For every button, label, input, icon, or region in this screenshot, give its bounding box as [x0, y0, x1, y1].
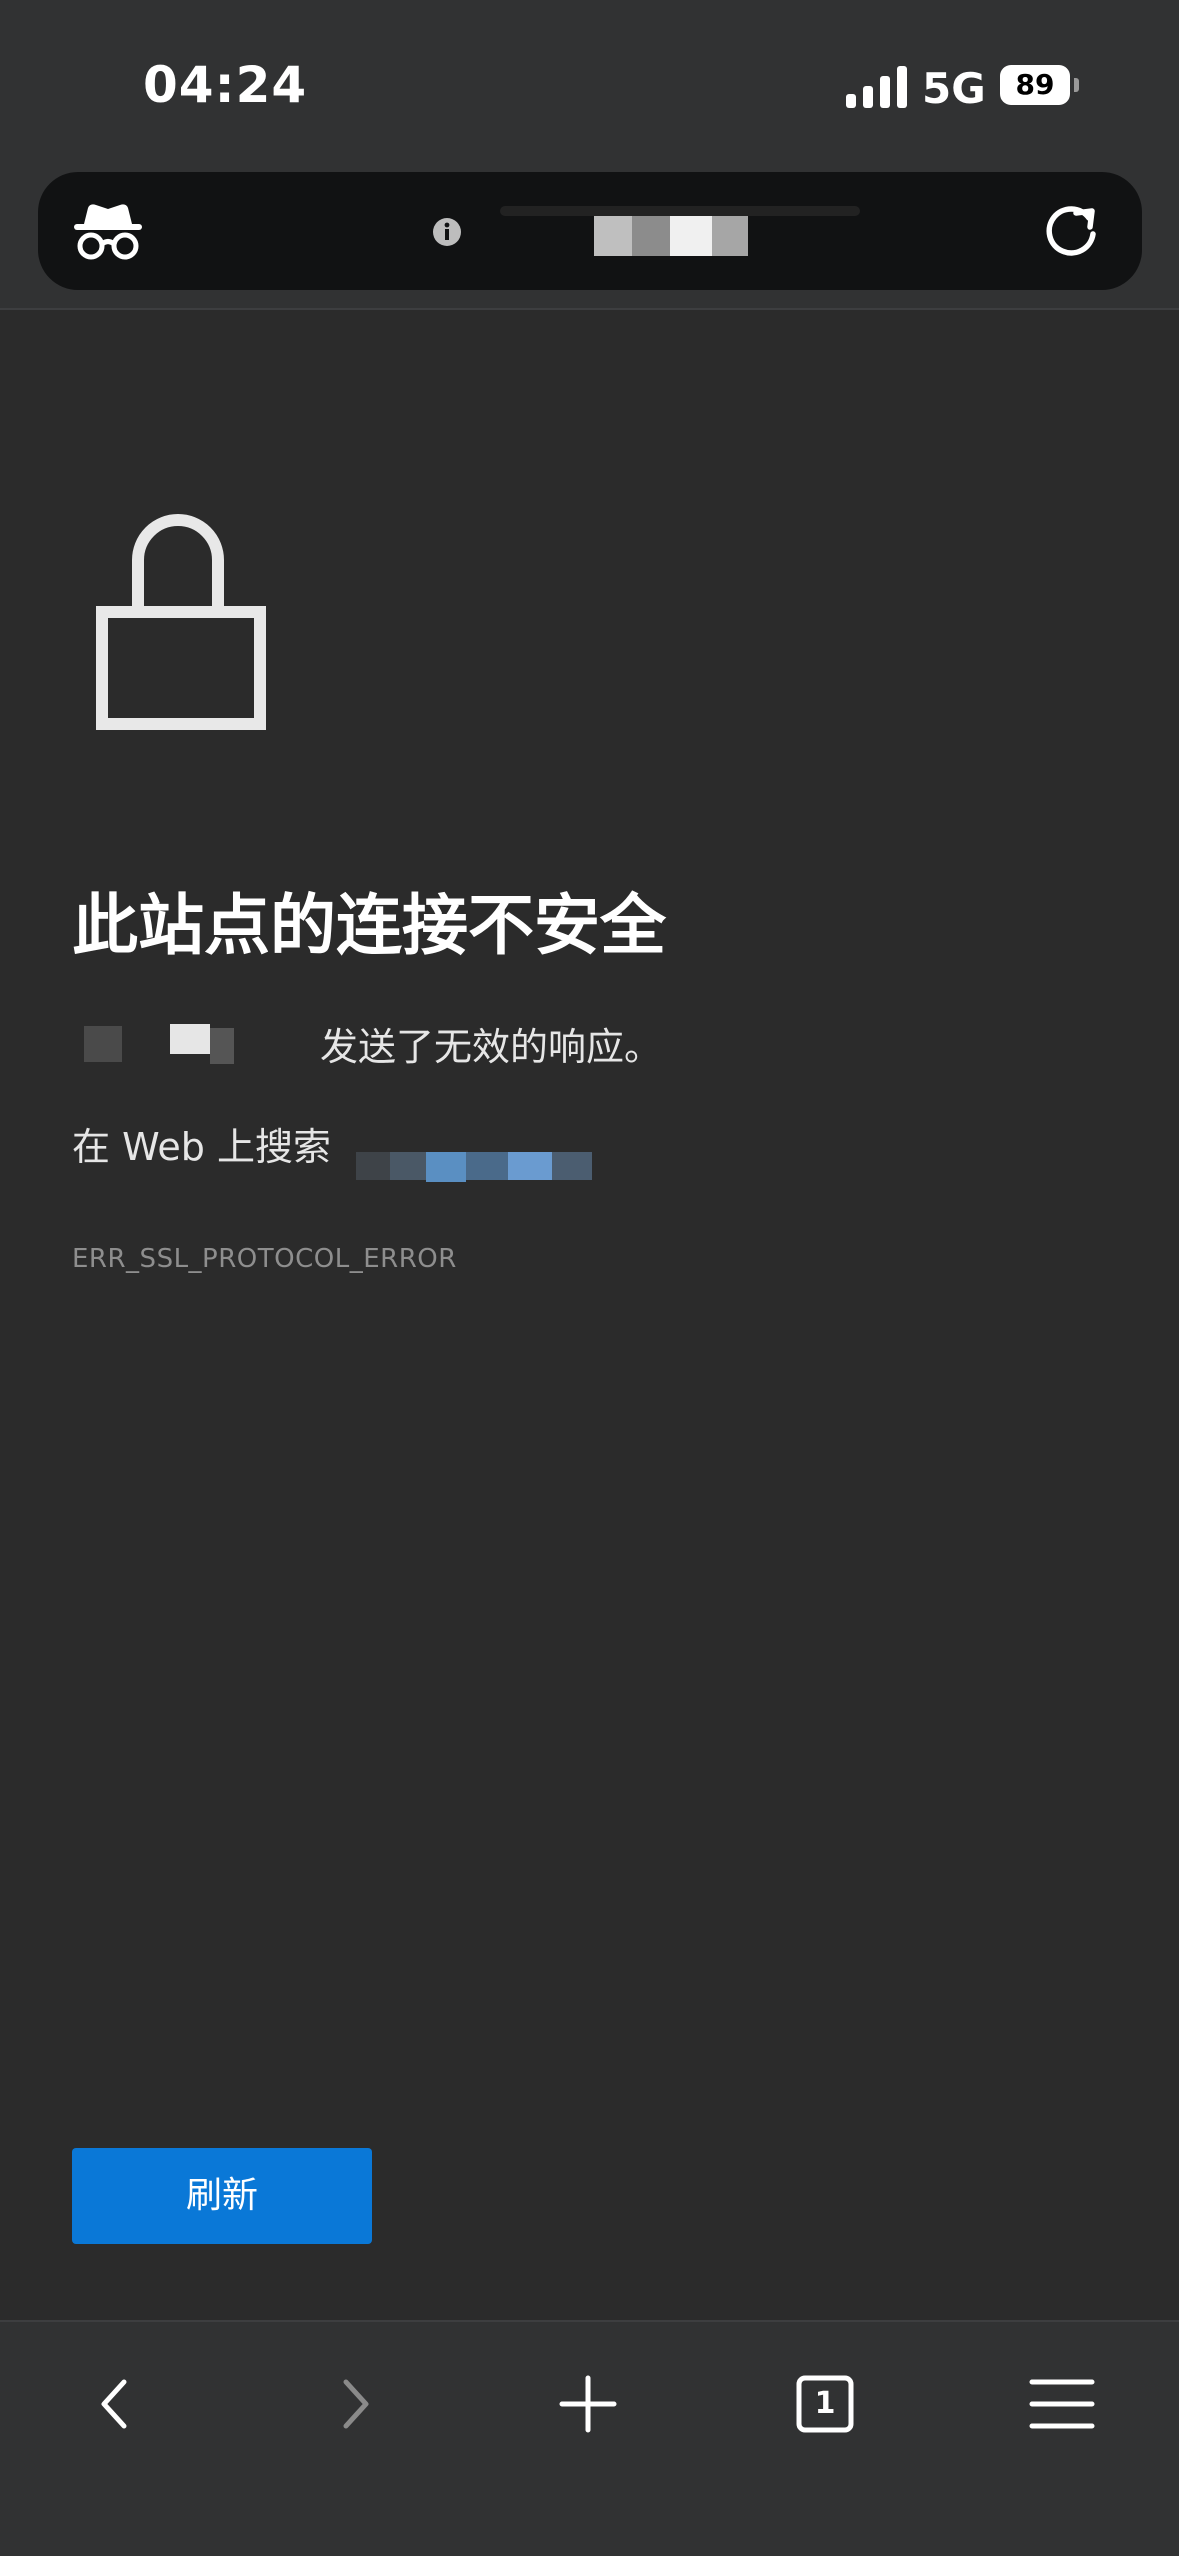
- unlocked-padlock-icon: [96, 514, 266, 730]
- cellular-signal-icon: [846, 66, 907, 108]
- redacted-search-term[interactable]: [356, 1148, 602, 1184]
- redacted-url[interactable]: [476, 204, 896, 260]
- forward-button[interactable]: [314, 2364, 394, 2444]
- bottom-toolbar: 1: [0, 2320, 1179, 2556]
- reload-icon[interactable]: [1042, 202, 1100, 260]
- battery-tip: [1074, 78, 1079, 92]
- address-bar[interactable]: [38, 172, 1142, 290]
- error-code: ERR_SSL_PROTOCOL_ERROR: [72, 1244, 457, 1274]
- redacted-site-name: [84, 1024, 234, 1064]
- network-type: 5G: [922, 64, 986, 113]
- tab-switcher-button[interactable]: 1: [785, 2364, 865, 2444]
- hamburger-icon: [1029, 2379, 1095, 2429]
- chevron-left-icon: [101, 2379, 127, 2429]
- back-button[interactable]: [76, 2364, 156, 2444]
- chevron-right-icon: [343, 2379, 369, 2429]
- tab-count: 1: [814, 2386, 836, 2421]
- menu-button[interactable]: [1022, 2364, 1102, 2444]
- status-time: 04:24: [143, 56, 308, 114]
- browser-window: 04:24 5G 89 此站点的连接不安全 发送了无效的响应。 在 Web 上搜…: [0, 0, 1179, 2556]
- invalid-response-message: 发送了无效的响应。: [320, 1025, 663, 1069]
- plus-icon: [559, 2375, 617, 2433]
- top-chrome: 04:24 5G 89: [0, 0, 1179, 310]
- reload-button[interactable]: 刷新: [72, 2148, 372, 2244]
- battery-indicator: 89: [1000, 65, 1079, 105]
- web-search-link[interactable]: 在 Web 上搜索: [72, 1116, 331, 1171]
- battery-level: 89: [1015, 68, 1055, 101]
- incognito-icon[interactable]: [74, 202, 142, 260]
- new-tab-button[interactable]: [548, 2364, 628, 2444]
- page-title: 此站点的连接不安全: [72, 887, 666, 964]
- info-icon[interactable]: [432, 217, 462, 247]
